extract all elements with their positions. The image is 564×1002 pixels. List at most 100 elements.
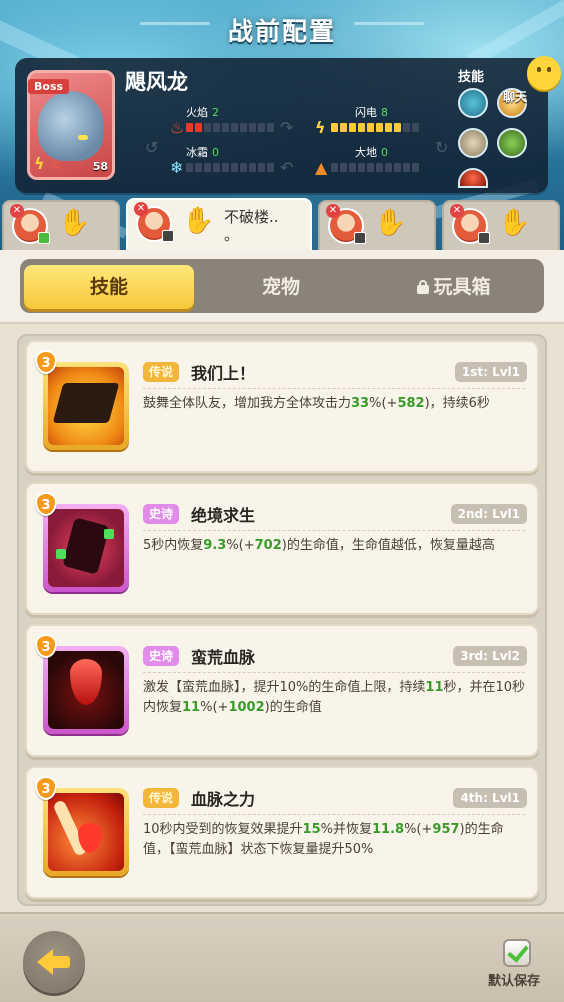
lightning-icon: ϟ (34, 154, 45, 173)
rarity-badge: 传说 (143, 788, 180, 808)
hero-tab-4[interactable]: ✕ ✋ (442, 200, 560, 250)
element-bar-segment (385, 123, 392, 132)
boss-skill-summon-icon[interactable] (497, 128, 527, 158)
boss-portrait[interactable]: Boss ϟ ♨ 58 (27, 70, 115, 180)
skill-description: 激发【蛮荒血脉】，提升10%的生命值上限，持续11秒，并在10秒内恢复11%(+… (143, 678, 527, 718)
back-arrow-icon (37, 949, 53, 975)
remove-icon[interactable]: ✕ (10, 204, 24, 218)
element-bar-segment (249, 163, 256, 172)
survival-skill-icon (48, 509, 124, 587)
element-earth: ▲ 大地 0 (315, 144, 427, 180)
tab-skills[interactable]: 技能 (24, 265, 194, 309)
skill-card-3[interactable]: 3 史诗 蛮荒血脉 3rd: Lvl2 激发【蛮荒血脉】，提升10%的生命值上限… (25, 624, 539, 757)
hero-tab-3[interactable]: ✕ ✋ (318, 200, 436, 250)
tab-pets[interactable]: 宠物 (196, 265, 366, 309)
skill-card-2[interactable]: 3 史诗 绝境求生 2nd: Lvl1 5秒内恢复9.3%(+702)的生命值，… (25, 482, 539, 615)
chat-label: 聊天 (503, 90, 528, 104)
highlight-value: 11.8 (372, 822, 405, 837)
description-text: 5秒内恢复 (143, 538, 204, 553)
skill-card-4[interactable]: 3 传说 血脉之力 4th: Lvl1 10秒内受到的恢复效果提升15%并恢复1… (25, 766, 539, 899)
skill-slot-level: 4th: Lvl1 (453, 788, 527, 808)
remove-icon[interactable]: ✕ (134, 202, 148, 216)
skill-slot-level: 2nd: Lvl1 (450, 504, 527, 524)
default-save-checkbox[interactable] (503, 939, 531, 967)
tab-toybox[interactable]: 玩具箱 (368, 265, 540, 309)
element-bar-segment (204, 123, 211, 132)
rally-skill-icon (48, 367, 124, 445)
tab-toybox-label: 玩具箱 (433, 276, 491, 298)
element-earth-bar (331, 163, 419, 172)
boss-skill-fire-icon[interactable] (458, 168, 488, 188)
boss-tag: Boss (28, 79, 70, 94)
mountain-icon: ▲ (315, 158, 328, 177)
element-bar-segment (340, 123, 347, 132)
element-bar-segment (258, 163, 265, 172)
element-bar-segment (385, 163, 392, 172)
element-lightning-label: 闪电 (355, 106, 377, 119)
description-text: %(+ (404, 822, 433, 837)
boss-skill-wind-icon[interactable] (458, 88, 488, 118)
skill-slot-level: 3rd: Lvl2 (453, 646, 527, 666)
element-frost-value: 0 (212, 146, 219, 159)
boss-name: 飓风龙 (125, 70, 188, 94)
description-text: %(+ (226, 538, 255, 553)
description-text: )的生命值，生命值越低，恢复量越高 (281, 538, 495, 553)
hero-status-badge (38, 232, 50, 244)
element-bar-segment (376, 163, 383, 172)
highlight-value: 15 (302, 822, 321, 837)
highlight-value: 33 (351, 396, 370, 411)
element-bar-segment (376, 123, 383, 132)
skill-icon-frame (43, 646, 129, 734)
smiley-icon (527, 56, 561, 90)
section-tabs: 技能 宠物 玩具箱 (20, 259, 544, 313)
page-title: 战前配置 (227, 17, 336, 46)
default-save-label: 默认保存 (488, 974, 541, 989)
flame-icon: ♨ (50, 156, 63, 172)
highlight-value: 957 (432, 822, 460, 837)
element-frost-label: 冰霜 (186, 146, 208, 159)
boss-info-panel: Boss ϟ ♨ 58 飓风龙 ♨ 火焰 2 ϟ 闪电 8 ❄ 冰霜 0 ▲ 大地 0 … (15, 58, 548, 193)
element-lightning-bar (331, 123, 419, 132)
skill-card-1[interactable]: 3 传说 我们上！ 1st: Lvl1 鼓舞全体队友，增加我方全体攻击力33%(… (25, 340, 539, 473)
description-text: 鼓舞全体队友，增加我方全体攻击力 (143, 396, 352, 411)
hand-icon: ✋ (182, 206, 215, 236)
boss-skill-claw-icon[interactable] (458, 128, 488, 158)
hero-tab-name: 不破楼..。 (224, 208, 279, 244)
element-bar-segment (331, 123, 338, 132)
hand-icon: ✋ (498, 208, 531, 238)
element-bar-segment (403, 123, 410, 132)
element-bar-segment (394, 123, 401, 132)
element-bar-segment (331, 163, 338, 172)
hero-status-badge (354, 232, 366, 244)
skill-description: 5秒内恢复9.3%(+702)的生命值，生命值越低，恢复量越高 (143, 536, 527, 556)
element-bar-segment (213, 163, 220, 172)
description-text: 10秒内受到的恢复效果提升 (143, 822, 303, 837)
element-bar-segment (367, 123, 374, 132)
highlight-value: 11 (182, 700, 201, 715)
description-text: )的生命值 (264, 700, 322, 715)
lightning-icon: ϟ (315, 118, 326, 137)
hero-status-badge (162, 230, 174, 242)
back-button[interactable] (23, 931, 85, 993)
element-bar-segment (412, 123, 419, 132)
hero-tab-1[interactable]: ✕ ✋ (2, 200, 120, 250)
highlight-value: 11 (425, 680, 444, 695)
remove-icon[interactable]: ✕ (450, 204, 464, 218)
element-bar-segment (358, 123, 365, 132)
element-fire-value: 2 (212, 106, 219, 119)
skill-name: 绝境求生 (191, 506, 256, 525)
blood-power-skill-icon (48, 793, 124, 871)
element-frost-bar (186, 163, 274, 172)
remove-icon[interactable]: ✕ (326, 204, 340, 218)
hero-tab-2[interactable]: ✕ ✋ 不破楼..。 (126, 198, 312, 252)
rarity-badge: 史诗 (143, 504, 180, 524)
snowflake-icon: ❄ (170, 158, 184, 177)
cycle-arrow-icon: ↶ (280, 158, 294, 177)
highlight-value: 1002 (228, 700, 265, 715)
cycle-arrow-icon: ↺ (145, 138, 159, 157)
element-bar-segment (340, 163, 347, 172)
element-bar-segment (186, 163, 193, 172)
element-lightning-value: 8 (381, 106, 388, 119)
element-bar-segment (240, 123, 247, 132)
highlight-value: 582 (397, 396, 425, 411)
